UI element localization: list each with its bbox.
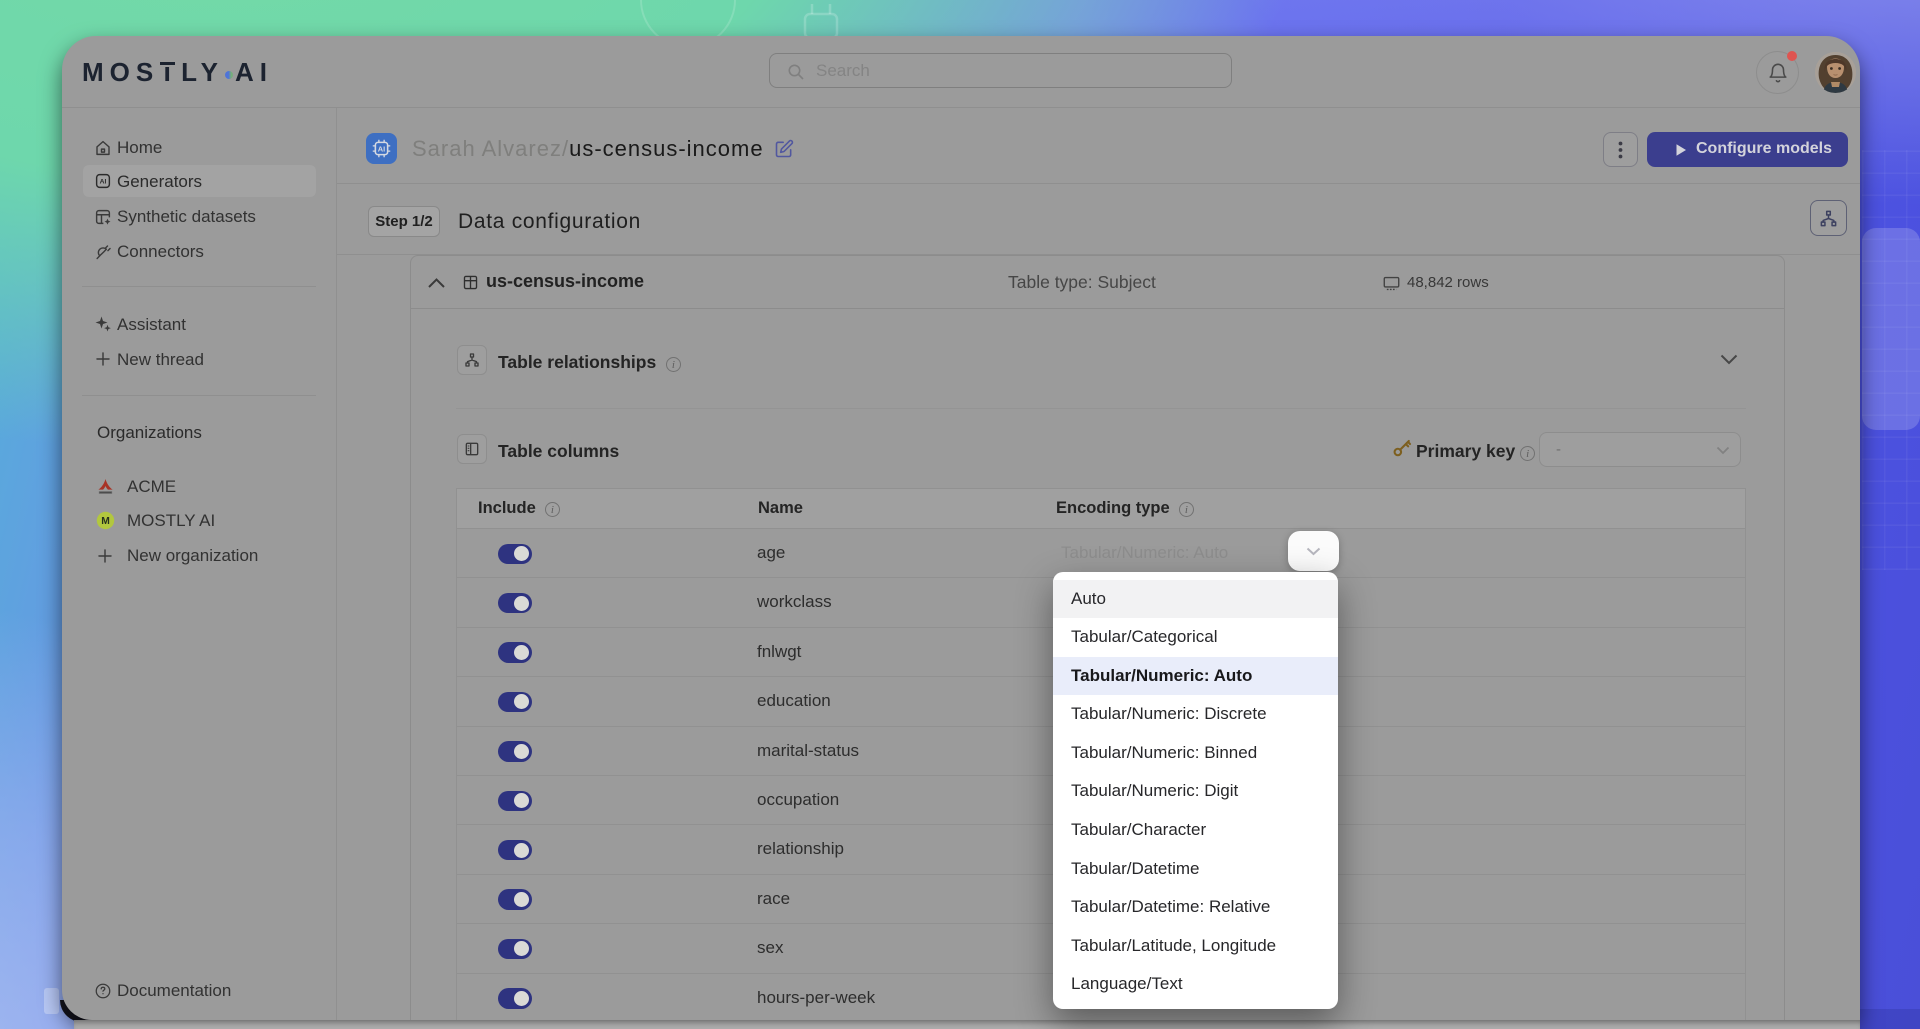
- svg-text:AI: AI: [378, 144, 385, 153]
- svg-text:M: M: [101, 516, 110, 527]
- svg-text:AI: AI: [100, 179, 107, 186]
